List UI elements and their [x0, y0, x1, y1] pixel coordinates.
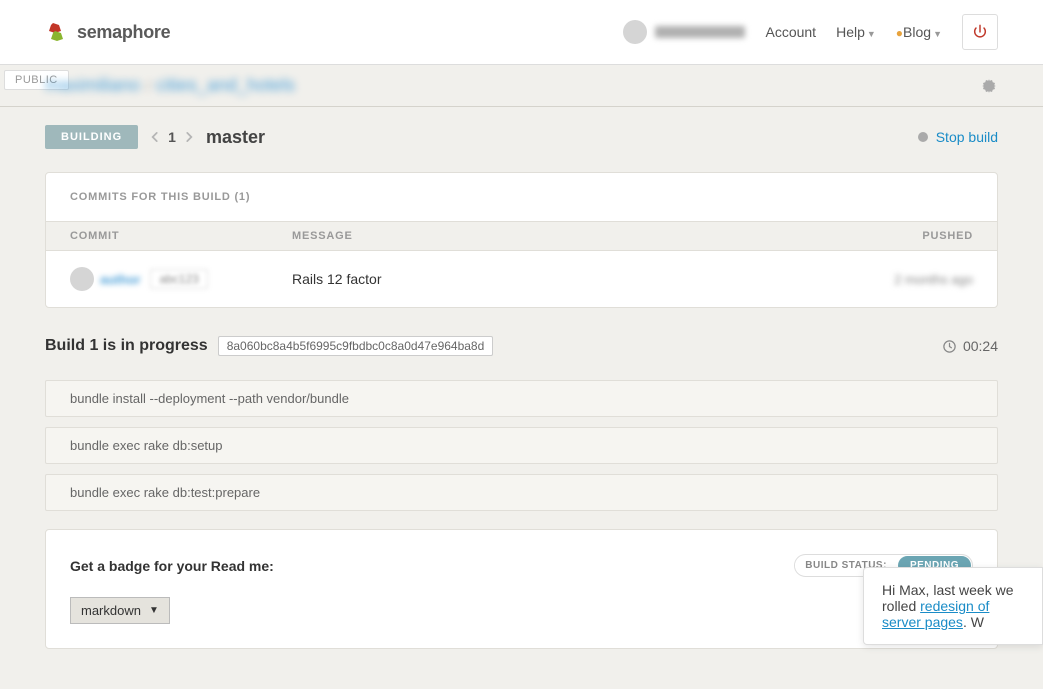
commits-table-header: COMMIT MESSAGE PUSHED — [46, 221, 997, 251]
chevron-down-icon: ▼ — [933, 29, 942, 39]
gear-icon — [980, 77, 998, 95]
command-step[interactable]: bundle install --deployment --path vendo… — [45, 380, 998, 417]
settings-button[interactable] — [980, 77, 998, 95]
project-bar: maximiliano / cities_and_hotels — [0, 65, 1043, 107]
status-dot-icon — [918, 132, 928, 142]
commits-panel: COMMITS FOR THIS BUILD (1) COMMIT MESSAG… — [45, 172, 998, 308]
format-select[interactable]: markdown ▼ — [70, 597, 170, 624]
dot-icon: ● — [896, 26, 903, 40]
command-list: bundle install --deployment --path vendo… — [45, 380, 998, 511]
brand-logo[interactable]: semaphore — [45, 20, 170, 44]
chevron-left-icon — [148, 130, 162, 144]
badge-panel: Get a badge for your Read me: BUILD STAT… — [45, 529, 998, 649]
table-row: author abc123 Rails 12 factor 2 months a… — [46, 251, 997, 307]
command-step[interactable]: bundle exec rake db:test:prepare — [45, 474, 998, 511]
clock-icon — [942, 339, 957, 354]
top-bar: semaphore Account Help▼ ●Blog▼ — [0, 0, 1043, 65]
badge-title: Get a badge for your Read me: — [70, 558, 274, 574]
semaphore-icon — [45, 20, 69, 44]
progress-header: Build 1 is in progress 8a060bc8a4b5f6995… — [45, 336, 998, 356]
col-pushed: PUSHED — [853, 230, 973, 242]
chevron-right-icon — [182, 130, 196, 144]
progress-title: Build 1 is in progress — [45, 337, 208, 355]
col-message: MESSAGE — [292, 230, 853, 242]
build-header: BUILDING 1 master Stop build — [45, 107, 998, 164]
username — [655, 26, 745, 38]
commit-author[interactable]: author — [100, 272, 140, 287]
commit-message: Rails 12 factor — [292, 271, 853, 287]
stop-build-link[interactable]: Stop build — [936, 129, 998, 145]
branch-name: master — [206, 127, 265, 148]
user-menu[interactable] — [623, 20, 745, 44]
commits-heading: COMMITS FOR THIS BUILD (1) — [46, 173, 997, 221]
brand-name: semaphore — [77, 22, 170, 43]
avatar-icon — [623, 20, 647, 44]
col-commit: COMMIT — [70, 230, 292, 242]
commit-pushed: 2 months ago — [853, 272, 973, 287]
repo-link[interactable]: cities_and_hotels — [156, 75, 295, 96]
commit-hash[interactable]: abc123 — [150, 269, 207, 289]
chat-widget[interactable]: Hi Max, last week we rolled redesign of … — [863, 567, 1043, 645]
help-menu[interactable]: Help▼ — [836, 24, 876, 40]
account-link[interactable]: Account — [765, 24, 816, 40]
command-step[interactable]: bundle exec rake db:setup — [45, 427, 998, 464]
owner-link[interactable]: maximiliano — [45, 75, 140, 96]
logout-button[interactable] — [962, 14, 998, 50]
next-build-button[interactable] — [182, 130, 196, 144]
avatar-icon — [70, 267, 94, 291]
blog-menu[interactable]: ●Blog▼ — [896, 24, 942, 40]
build-status-badge: BUILDING — [45, 125, 138, 149]
chevron-down-icon: ▼ — [867, 29, 876, 39]
power-icon — [972, 24, 988, 40]
elapsed-time: 00:24 — [942, 338, 998, 354]
prev-build-button[interactable] — [148, 130, 162, 144]
build-number: 1 — [168, 129, 176, 145]
commit-sha[interactable]: 8a060bc8a4b5f6995c9fbdbc0c8a0d47e964ba8d — [218, 336, 494, 356]
chevron-down-icon: ▼ — [149, 605, 159, 616]
